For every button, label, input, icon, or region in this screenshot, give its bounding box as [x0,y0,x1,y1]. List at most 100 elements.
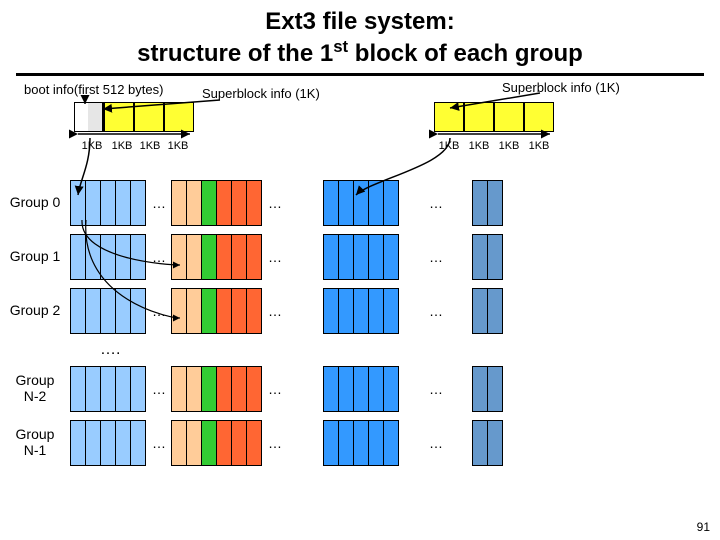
block-icon [130,180,146,226]
title-line2-pre: structure of the 1 [137,40,333,67]
block-icon [368,420,384,466]
block-icon [338,288,354,334]
block-icon [70,420,86,466]
block-icon [201,288,217,334]
under-labels-right: 1KB 1KB 1KB 1KB [434,140,554,152]
block-icon [368,288,384,334]
block-icon [246,288,262,334]
block-icon [186,180,202,226]
block-icon [323,366,339,412]
vertical-ellipsis: …. [100,338,720,362]
ellipsis-icon: … [423,366,449,412]
block-icon [85,288,101,334]
block-icon [353,366,369,412]
block-icon [487,234,503,280]
block-icon [171,234,187,280]
block-icon [246,366,262,412]
block-icon [487,366,503,412]
kb-label: 1KB [108,140,136,152]
top-left-block2 [134,102,164,132]
block-icon [338,234,354,280]
block-icon [323,420,339,466]
block-icon [115,420,131,466]
title-line2-sup: st [333,37,348,56]
table-row: Group 1 … … … [0,230,720,284]
ellipsis-icon: … [146,420,172,466]
table-row: Group N-1 … … … [0,416,720,470]
ellipsis-icon: … [262,180,288,226]
title-line1: Ext3 file system: [265,8,454,35]
ellipsis-icon: … [423,234,449,280]
block-icon [231,180,247,226]
under-labels-left: 1KB 1KB 1KB 1KB [76,140,192,152]
block-icon [115,234,131,280]
top-right-block1 [464,102,494,132]
block-icon [171,366,187,412]
row-bar: … … … [70,288,503,334]
row-bar: … … … [70,180,503,226]
group-label-1: Group 1 [0,249,70,264]
top-right-block0 [434,102,464,132]
kb-label: 1KB [524,140,554,152]
block-icon [231,366,247,412]
ellipsis-icon: … [262,420,288,466]
block-icon [186,420,202,466]
block-icon [186,234,202,280]
group-label-n1: Group N-1 [0,427,70,458]
ellipsis-icon: … [146,288,172,334]
ellipsis-icon: … [262,288,288,334]
top-right-block2 [494,102,524,132]
block-icon [231,288,247,334]
group-label-n2: Group N-2 [0,373,70,404]
block-icon [100,234,116,280]
top-left-block3 [164,102,194,132]
block-icon [70,180,86,226]
group-label-0: Group 0 [0,195,70,210]
block-icon [201,420,217,466]
ellipsis-icon: … [146,234,172,280]
block-icon [472,420,488,466]
block-icon [201,234,217,280]
block-icon [171,420,187,466]
block-icon [323,234,339,280]
block-icon [100,366,116,412]
table-row: Group N-2 … … … [0,362,720,416]
group-label-text: Group [16,372,55,388]
block-icon [323,180,339,226]
group-label-text: Group [16,426,55,442]
row-bar: … … … [70,366,503,412]
kb-label: 1KB [464,140,494,152]
ellipsis-icon: … [423,288,449,334]
block-icon [231,234,247,280]
kb-label: 1KB [164,140,192,152]
block-icon [70,366,86,412]
block-icon [383,288,399,334]
block-icon [383,420,399,466]
ellipsis-icon: … [262,366,288,412]
boot-info-label: boot info(first 512 bytes) [24,82,163,97]
title-underline [16,73,704,76]
block-icon [353,234,369,280]
block-icon [216,288,232,334]
block-icon [85,420,101,466]
block-icon [353,180,369,226]
block-icon [487,420,503,466]
ellipsis-icon: … [423,420,449,466]
block-icon [130,366,146,412]
block-icon [85,366,101,412]
page-title: Ext3 file system: structure of the 1st b… [0,0,720,71]
superblock-label-right: Superblock info (1K) [502,80,620,95]
top-detail-area: boot info(first 512 bytes) Superblock in… [24,82,696,172]
block-icon [216,366,232,412]
top-right-block3 [524,102,554,132]
table-row: Group 0 … … … [0,176,720,230]
block-icon [115,366,131,412]
block-icon [338,180,354,226]
block-icon [70,234,86,280]
block-icon [130,288,146,334]
title-line2-post: block of each group [348,40,583,67]
block-icon [383,180,399,226]
page-number: 91 [697,520,710,534]
block-icon [323,288,339,334]
block-icon [100,288,116,334]
